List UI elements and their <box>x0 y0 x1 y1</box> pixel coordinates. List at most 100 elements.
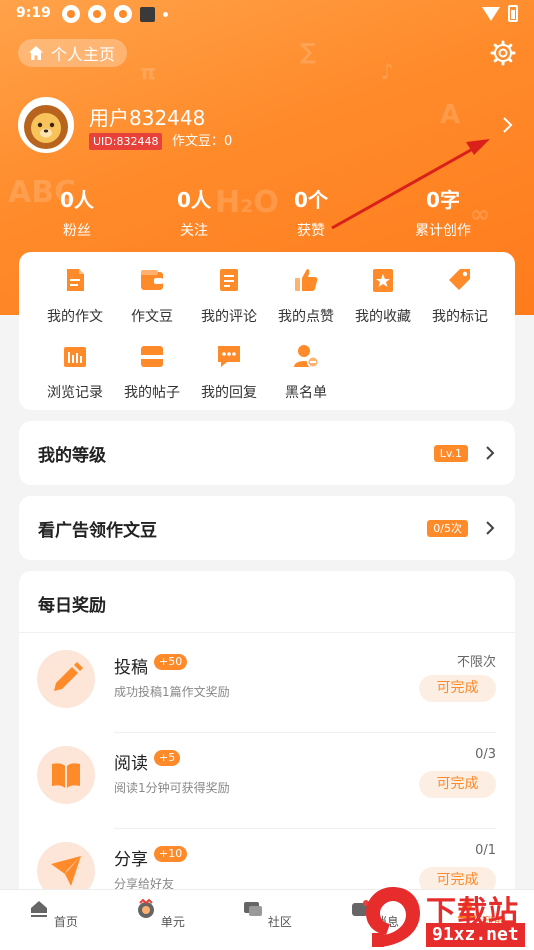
status-bar: 9:19 <box>0 0 534 30</box>
stat-likes[interactable]: 0个 获赞 <box>261 184 361 240</box>
stat-value: 0人 <box>177 188 211 212</box>
essay-icon <box>67 269 84 291</box>
func-blacklist[interactable]: 黑名单 <box>267 342 345 402</box>
community-icon <box>244 902 263 916</box>
block-user-icon <box>294 345 319 368</box>
unit-icon <box>138 898 155 918</box>
notification-app-icon <box>114 5 132 23</box>
tag-icon <box>449 269 470 290</box>
func-label: 浏览记录 <box>47 385 103 401</box>
uid-badge: UID:832448 <box>89 133 163 150</box>
func-my-comments[interactable]: 我的评论 <box>190 266 268 326</box>
username: 用户832448 <box>89 106 206 130</box>
watch-ad-row[interactable]: 看广告领作文豆 0/5次 <box>19 496 515 560</box>
book-icon <box>52 763 80 788</box>
task-icon-bg <box>37 650 95 708</box>
stat-label: 粉丝 <box>63 223 91 239</box>
func-my-posts[interactable]: 我的帖子 <box>113 342 191 402</box>
home-page-label: 个人主页 <box>51 45 116 64</box>
func-my-favorites[interactable]: 我的收藏 <box>344 266 422 326</box>
func-label: 我的评论 <box>201 309 257 325</box>
divider <box>19 632 515 633</box>
stat-value: 0字 <box>426 188 460 212</box>
task-submit: 投稿 +50 成功投稿1篇作文奖励 不限次 可完成 <box>19 637 515 733</box>
settings-gear-icon[interactable] <box>490 40 516 66</box>
func-my-essays[interactable]: 我的作文 <box>36 266 114 326</box>
func-label: 作文豆 <box>131 309 173 325</box>
home-page-button[interactable]: 个人主页 <box>18 39 128 67</box>
stat-value: 0个 <box>294 188 328 212</box>
func-label: 我的作文 <box>47 309 103 325</box>
task-read: 阅读 +5 阅读1分钟可获得奖励 0/3 可完成 <box>19 733 515 829</box>
task-reward-badge: +10 <box>154 846 188 862</box>
tab-label: 社区 <box>267 915 292 929</box>
task-limit: 不限次 <box>456 655 496 670</box>
watch-ad-title: 看广告领作文豆 <box>38 520 157 541</box>
task-limit: 0/1 <box>475 843 496 858</box>
func-label: 我的点赞 <box>278 309 334 325</box>
func-my-replies[interactable]: 我的回复 <box>190 342 268 402</box>
lion-avatar-icon <box>24 105 68 149</box>
watermark-url: 91xz.net <box>426 923 525 947</box>
func-label: 我的帖子 <box>124 385 180 401</box>
profile-chevron-right-icon[interactable] <box>498 116 516 134</box>
my-level-row[interactable]: 我的等级 Lv.1 <box>19 421 515 485</box>
tab-label: 单元 <box>160 915 185 929</box>
daily-rewards-card: 每日奖励 投稿 +50 成功投稿1篇作文奖励 不限次 可完成 阅读 +5 阅读1… <box>19 571 515 901</box>
comment-doc-icon <box>220 269 238 291</box>
func-label: 黑名单 <box>285 385 327 401</box>
tab-community[interactable]: 社区 <box>227 898 307 930</box>
task-reward-badge: +5 <box>154 750 181 766</box>
avatar[interactable] <box>18 97 74 153</box>
tab-unit[interactable]: 单元 <box>120 898 200 930</box>
task-name: 投稿 <box>114 658 148 678</box>
func-my-marks[interactable]: 我的标记 <box>421 266 499 326</box>
task-name: 分享 <box>114 850 148 870</box>
thumbs-up-icon <box>295 269 318 291</box>
task-limit: 0/3 <box>475 747 496 762</box>
task-icon-bg <box>37 746 95 804</box>
stat-label: 累计创作 <box>415 223 471 239</box>
bean-count: 作文豆：0 <box>172 134 233 149</box>
func-history[interactable]: 浏览记录 <box>36 342 114 402</box>
func-label: 我的标记 <box>432 309 488 325</box>
more-notifications-icon <box>163 11 168 17</box>
reply-icon <box>218 346 240 367</box>
function-grid: 我的作文 作文豆 我的评论 我的点赞 我的收藏 我的标记 浏览记录 我的帖子 我… <box>19 252 515 410</box>
wallet-icon <box>141 270 163 290</box>
status-notification-icons <box>62 5 168 23</box>
func-beans[interactable]: 作文豆 <box>113 266 191 326</box>
func-label: 我的收藏 <box>355 309 411 325</box>
wifi-icon <box>482 6 500 21</box>
task-name: 阅读 <box>114 754 148 774</box>
star-icon <box>373 269 393 292</box>
stat-followers[interactable]: 0人 粉丝 <box>27 184 127 240</box>
func-label: 我的回复 <box>201 385 257 401</box>
complete-task-button[interactable]: 可完成 <box>419 675 496 702</box>
level-badge: Lv.1 <box>433 444 468 462</box>
calendar-icon <box>64 347 86 367</box>
task-desc: 成功投稿1篇作文奖励 <box>114 685 230 699</box>
tab-home[interactable]: 首页 <box>13 898 93 930</box>
post-icon <box>141 346 163 367</box>
task-desc: 阅读1分钟可获得奖励 <box>114 781 230 795</box>
stat-label: 关注 <box>180 223 208 239</box>
pencil-icon <box>54 662 83 691</box>
notification-app-icon <box>140 6 155 22</box>
stat-total-words[interactable]: 0字 累计创作 <box>393 184 493 240</box>
tab-label: 首页 <box>53 915 78 929</box>
complete-task-button[interactable]: 可完成 <box>419 771 496 798</box>
chevron-right-icon <box>486 446 495 460</box>
stat-label: 获赞 <box>297 223 325 239</box>
func-my-likes[interactable]: 我的点赞 <box>267 266 345 326</box>
ad-count-badge: 0/5次 <box>427 519 468 537</box>
stat-following[interactable]: 0人 关注 <box>144 184 244 240</box>
battery-icon <box>508 5 518 22</box>
stat-value: 0人 <box>60 188 94 212</box>
status-time: 9:19 <box>16 5 51 21</box>
chevron-right-icon <box>486 521 495 535</box>
house-icon <box>29 46 43 60</box>
my-level-title: 我的等级 <box>38 445 106 466</box>
notification-app-icon <box>88 5 106 23</box>
home-icon <box>31 901 48 917</box>
